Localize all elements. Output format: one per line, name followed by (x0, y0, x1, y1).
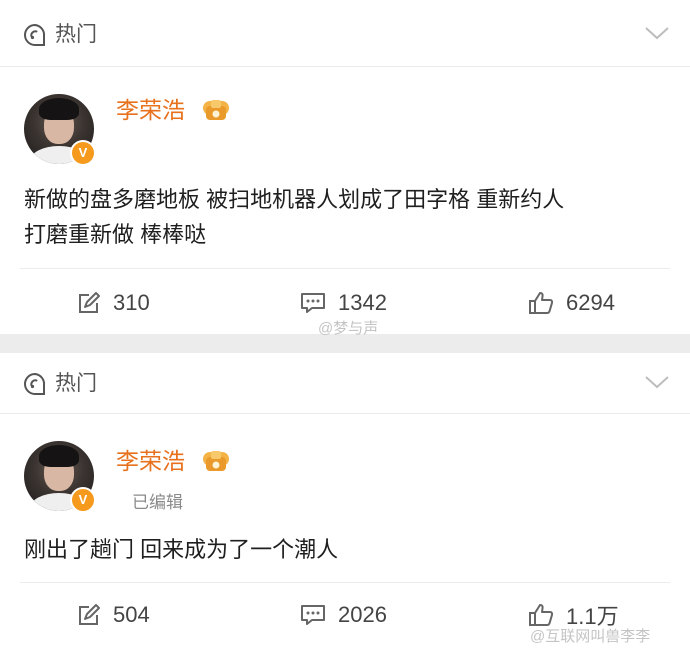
username[interactable]: 李荣浩 (116, 447, 185, 475)
comment-button[interactable]: 2026 (300, 600, 387, 630)
crown-badge-icon (203, 451, 229, 471)
chevron-down-icon[interactable] (644, 25, 670, 41)
repost-icon (79, 604, 100, 625)
hot-label: 热门 (55, 372, 97, 395)
like-button[interactable]: 6294 (528, 288, 615, 318)
post-text-line: 刚出了趟门 回来成为了一个潮人 (24, 537, 339, 562)
post-text: 刚出了趟门 回来成为了一个潮人 (24, 532, 664, 567)
username[interactable]: 李荣浩 (116, 96, 185, 124)
post-text-line: 打磨重新做 棒棒哒 (24, 222, 207, 247)
thumbs-up-icon (529, 292, 554, 314)
comment-icon (301, 293, 325, 313)
repost-icon (79, 292, 100, 313)
divider (20, 582, 670, 583)
chevron-down-icon[interactable] (644, 374, 670, 390)
repost-button[interactable]: 504 (77, 600, 150, 630)
repost-button[interactable]: 310 (77, 288, 150, 318)
hot-label: 热门 (55, 23, 97, 46)
hot-header[interactable]: 热门 (0, 0, 690, 66)
hot-header[interactable]: 热门 (0, 353, 690, 413)
comment-count: 2026 (338, 602, 387, 627)
watermark: @互联网叫兽李李 (530, 628, 651, 645)
like-count: 6294 (566, 290, 615, 315)
hot-topic-icon (24, 372, 46, 395)
repost-count: 310 (113, 290, 150, 315)
crown-badge-icon (203, 100, 229, 120)
post-card: 热门 (0, 0, 690, 334)
edited-label: 已编辑 (132, 493, 183, 512)
hot-topic-icon (24, 23, 46, 46)
divider (0, 413, 690, 414)
divider (0, 66, 690, 67)
post-text-line: 新做的盘多磨地板 被扫地机器人划成了田字格 重新约人 (24, 187, 565, 212)
comment-icon (301, 605, 325, 625)
post-text: 新做的盘多磨地板 被扫地机器人划成了田字格 重新约人 打磨重新做 棒棒哒 (24, 182, 664, 252)
watermark: @梦与声 (318, 320, 379, 337)
divider (20, 268, 670, 269)
verified-badge-icon: V (70, 140, 96, 166)
repost-count: 504 (113, 602, 150, 627)
verified-badge-icon: V (70, 487, 96, 513)
comment-button[interactable]: 1342 (300, 288, 387, 318)
comment-count: 1342 (338, 290, 387, 315)
